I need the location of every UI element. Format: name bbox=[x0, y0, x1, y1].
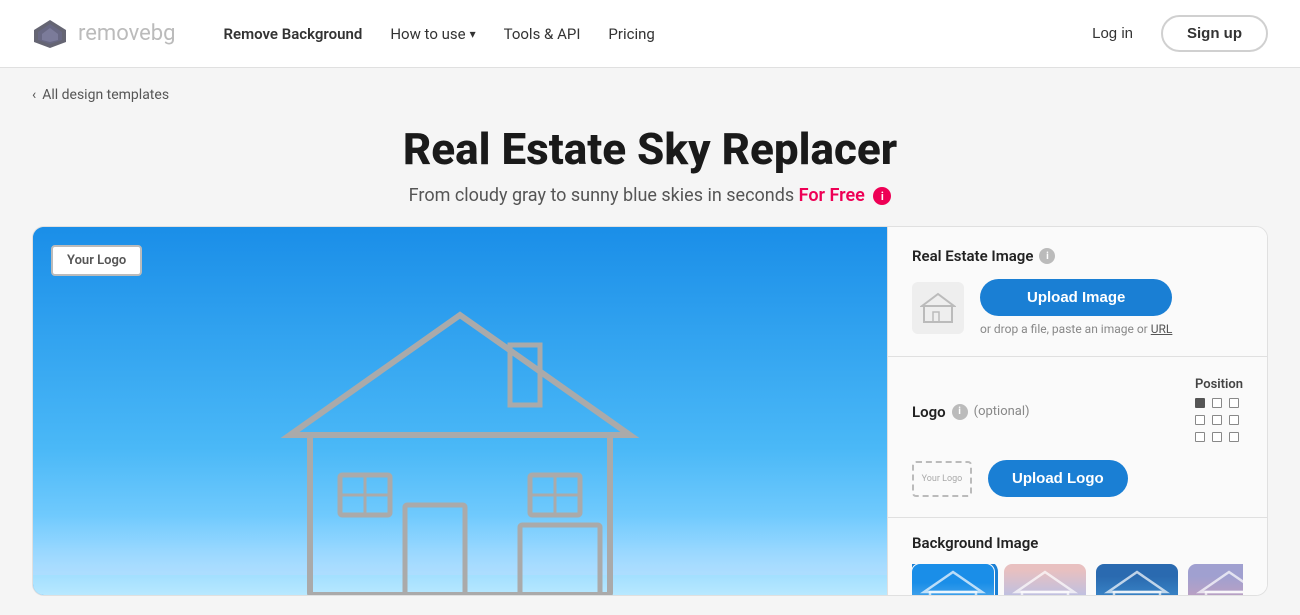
bg-thumb-2[interactable] bbox=[1004, 564, 1086, 596]
upload-right: Upload Image or drop a file, paste an im… bbox=[980, 279, 1172, 336]
background-label: Background Image bbox=[912, 534, 1243, 552]
pos-mid-center[interactable] bbox=[1212, 415, 1222, 425]
hero-subtitle: From cloudy gray to sunny blue skies in … bbox=[32, 185, 1268, 206]
pos-bot-left[interactable] bbox=[1195, 432, 1205, 442]
signup-button[interactable]: Sign up bbox=[1161, 15, 1268, 52]
bg-thumb-4[interactable] bbox=[1188, 564, 1243, 596]
page-title: Real Estate Sky Replacer bbox=[32, 123, 1268, 175]
real-estate-upload-row: Upload Image or drop a file, paste an im… bbox=[912, 279, 1243, 336]
breadcrumb-chevron-icon: ‹ bbox=[32, 87, 36, 103]
logo[interactable]: removebg bbox=[32, 16, 176, 52]
bg-thumb-1[interactable] bbox=[912, 564, 994, 596]
logo-badge: Your Logo bbox=[51, 245, 142, 276]
upload-image-button[interactable]: Upload Image bbox=[980, 279, 1172, 316]
bg-thumb-house-2 bbox=[1004, 564, 1086, 596]
bg-thumb-house-4 bbox=[1188, 564, 1243, 596]
for-free-badge: For Free bbox=[799, 185, 865, 206]
breadcrumb[interactable]: ‹ All design templates bbox=[32, 87, 169, 103]
logo-placeholder: Your Logo bbox=[912, 461, 972, 497]
house-illustration bbox=[210, 275, 710, 595]
pos-bot-right[interactable] bbox=[1229, 432, 1239, 442]
logo-section: Logo i (optional) Position bbox=[888, 357, 1267, 518]
nav-right: Log in Sign up bbox=[1080, 15, 1268, 52]
background-thumbnails bbox=[912, 564, 1243, 596]
position-label: Position bbox=[1195, 377, 1243, 392]
real-estate-label: Real Estate Image i bbox=[912, 247, 1243, 265]
pos-top-right[interactable] bbox=[1229, 398, 1239, 408]
bg-thumb-3[interactable] bbox=[1096, 564, 1178, 596]
pos-mid-left[interactable] bbox=[1195, 415, 1205, 425]
pos-top-left[interactable] bbox=[1195, 398, 1205, 408]
real-estate-info-icon[interactable]: i bbox=[1039, 248, 1055, 264]
drop-hint: or drop a file, paste an image or URL bbox=[980, 322, 1172, 336]
upload-logo-button[interactable]: Upload Logo bbox=[988, 460, 1128, 497]
pos-top-center[interactable] bbox=[1212, 398, 1222, 408]
nav-remove-background[interactable]: Remove Background bbox=[224, 25, 363, 43]
hero-section: Real Estate Sky Replacer From cloudy gra… bbox=[0, 111, 1300, 226]
url-link[interactable]: URL bbox=[1151, 322, 1173, 336]
login-button[interactable]: Log in bbox=[1080, 17, 1145, 50]
background-section: Background Image bbox=[888, 518, 1267, 596]
logo-wordmark: removebg bbox=[78, 21, 176, 46]
optional-text: (optional) bbox=[974, 404, 1030, 419]
pos-mid-right[interactable] bbox=[1229, 415, 1239, 425]
house-thumb-icon bbox=[920, 290, 956, 326]
logo-icon bbox=[32, 16, 68, 52]
navbar: removebg Remove Background How to use To… bbox=[0, 0, 1300, 68]
real-estate-section: Real Estate Image i Upload Image or drop… bbox=[888, 227, 1267, 357]
real-estate-thumb bbox=[912, 282, 964, 334]
position-grid bbox=[1195, 398, 1243, 446]
nav-how-to-use[interactable]: How to use bbox=[390, 25, 475, 43]
controls-panel: Real Estate Image i Upload Image or drop… bbox=[887, 227, 1267, 595]
logo-upload-row: Your Logo Upload Logo bbox=[912, 460, 1243, 497]
nav-tools-api[interactable]: Tools & API bbox=[504, 25, 581, 43]
for-free-info-icon[interactable]: i bbox=[873, 187, 891, 205]
main-content: Your Logo Real Estate bbox=[32, 226, 1268, 596]
logo-label: Logo i (optional) bbox=[912, 403, 1030, 421]
bg-thumb-house-3 bbox=[1096, 564, 1178, 596]
bg-thumb-house-1 bbox=[912, 564, 994, 596]
nav-links: Remove Background How to use Tools & API… bbox=[224, 25, 1049, 43]
preview-panel: Your Logo bbox=[33, 227, 887, 595]
breadcrumb-bar: ‹ All design templates bbox=[0, 68, 1300, 111]
nav-pricing[interactable]: Pricing bbox=[608, 25, 654, 43]
logo-info-icon[interactable]: i bbox=[952, 404, 968, 420]
pos-bot-center[interactable] bbox=[1212, 432, 1222, 442]
position-section: Position bbox=[1195, 377, 1243, 446]
